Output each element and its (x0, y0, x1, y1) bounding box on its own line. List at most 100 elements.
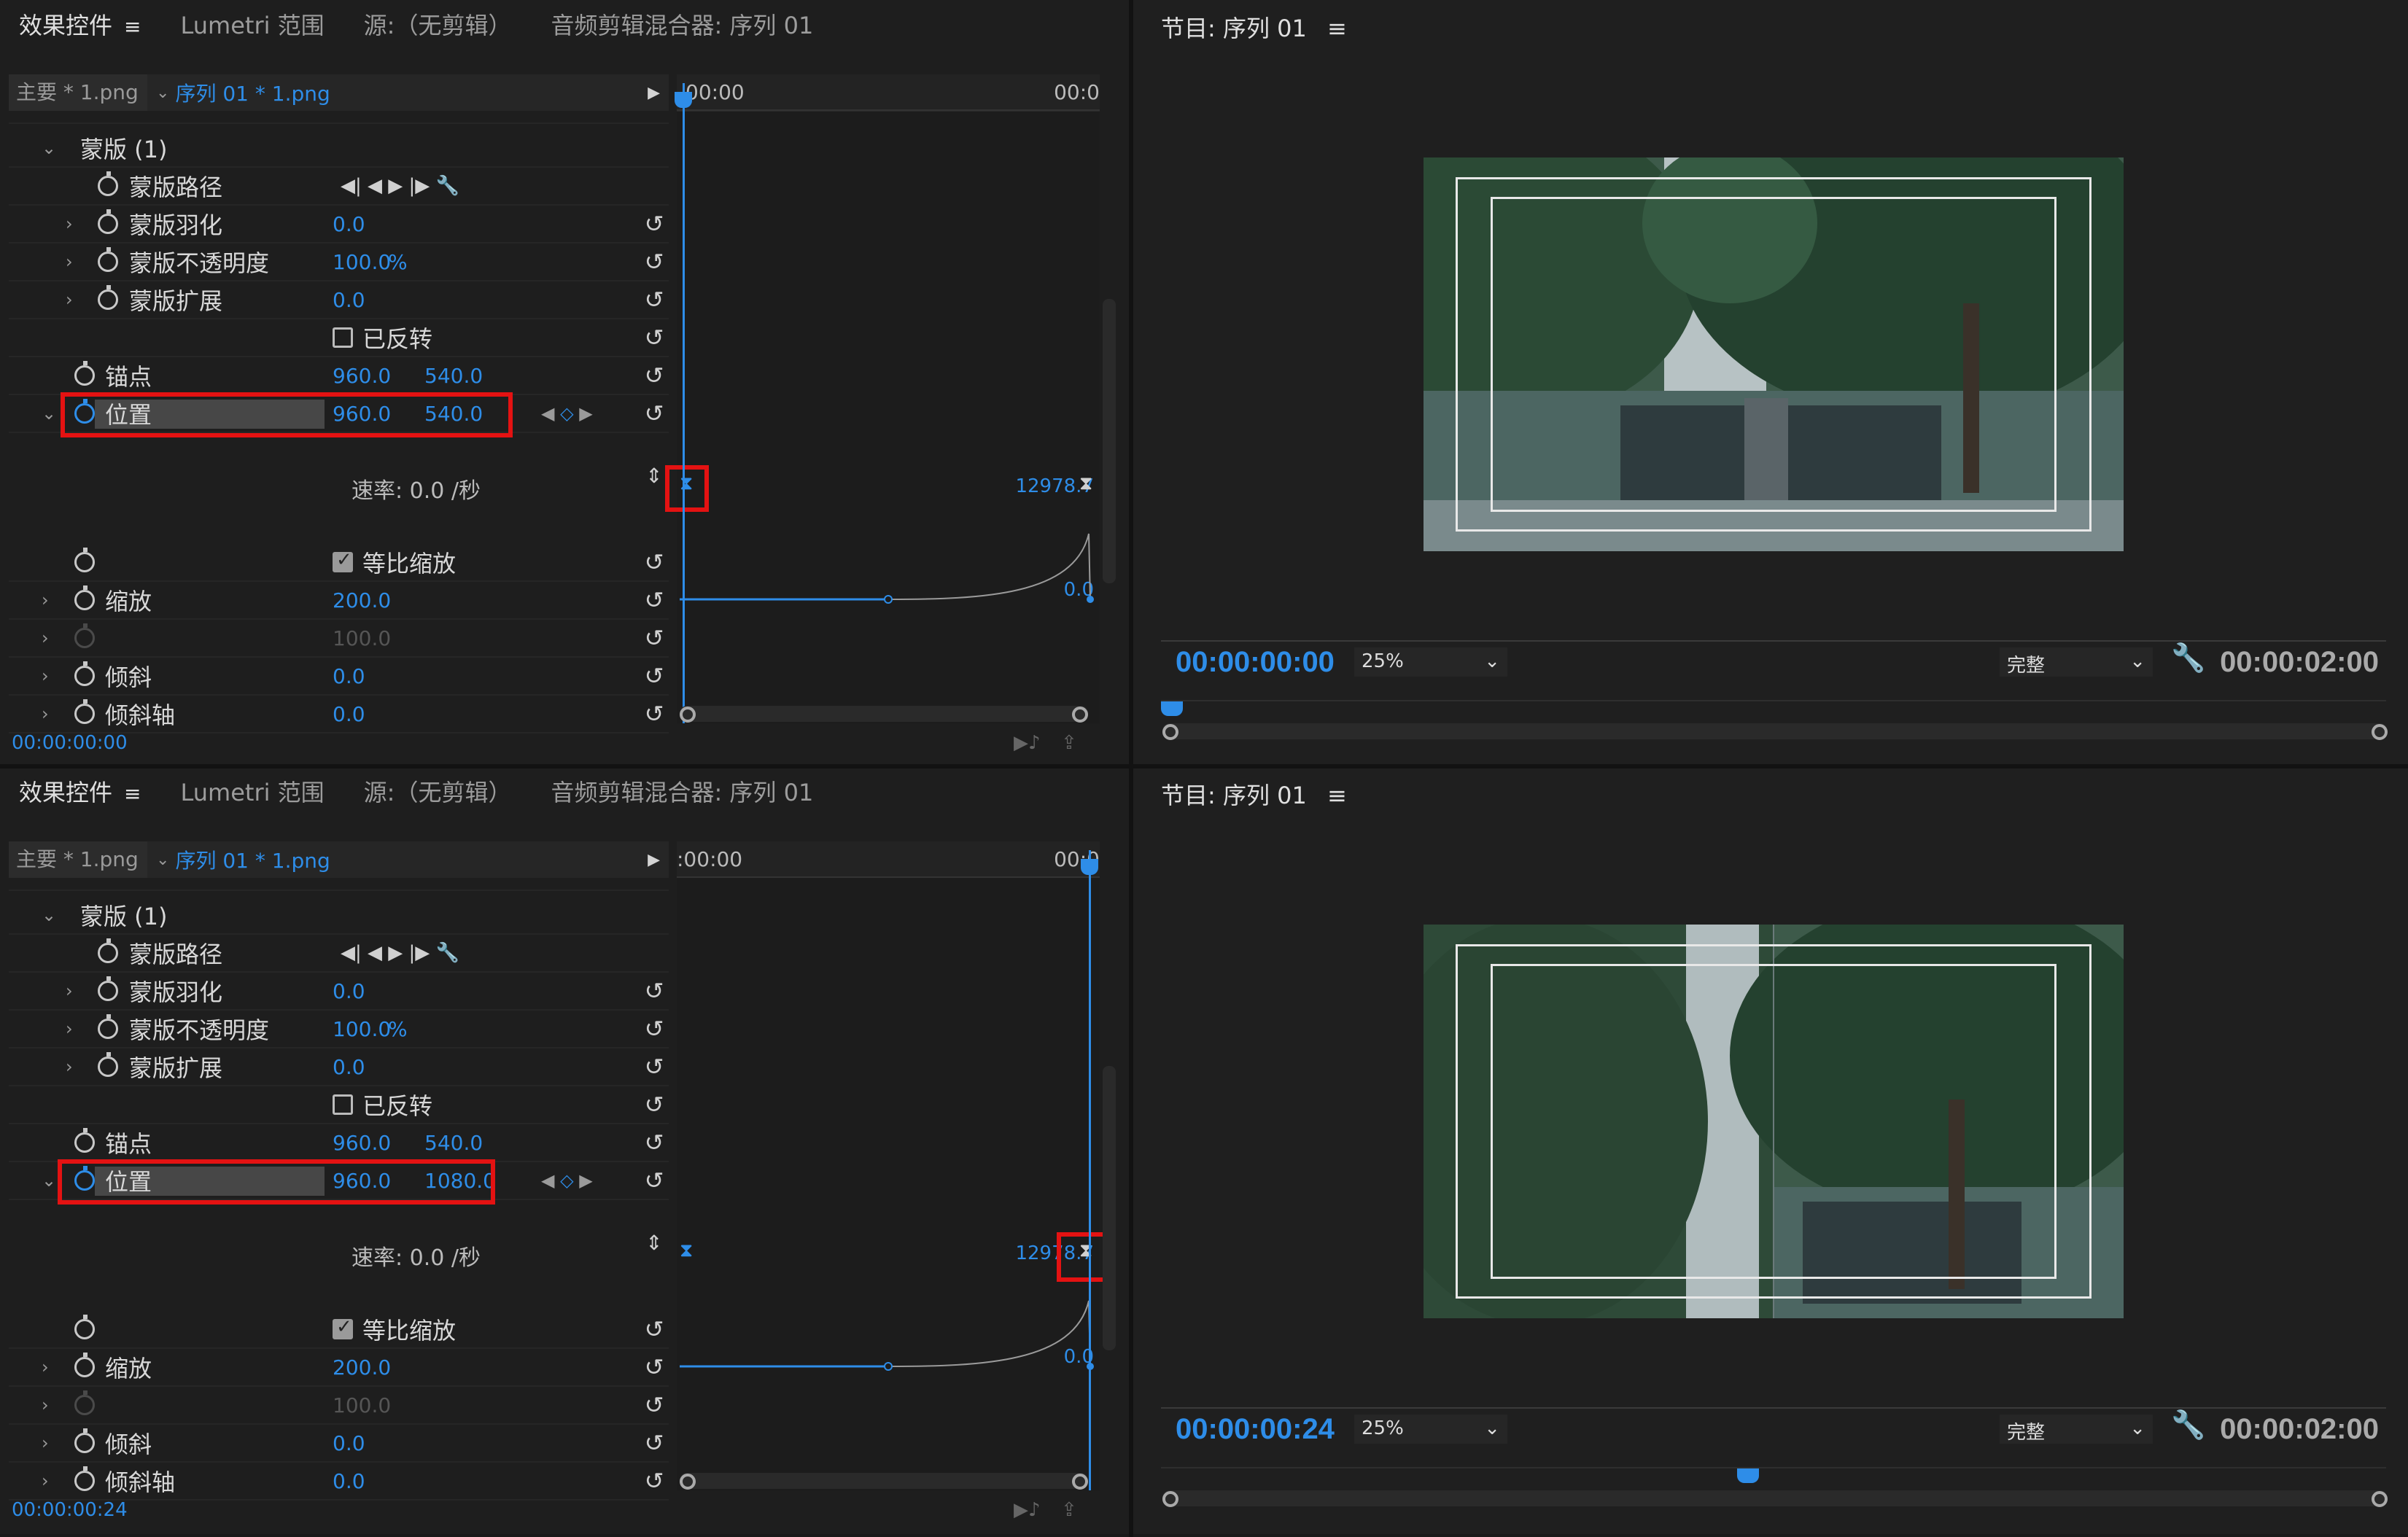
program-zoom-scrollbar[interactable] (1162, 1490, 2388, 1507)
panel-divider[interactable] (1129, 0, 1133, 1537)
export-icon[interactable]: ⇪ (1061, 1499, 1077, 1521)
scale-value[interactable]: 200.0 (333, 1355, 391, 1380)
chevron-right-icon[interactable]: › (42, 1395, 49, 1415)
zoom-dropdown[interactable]: 25% ⌄ (1354, 647, 1507, 677)
graph-toggle-icon[interactable]: ⇕ (640, 464, 669, 488)
graph-area[interactable]: 12978.7 0.0 ⧗ ⧗ (665, 111, 1100, 723)
time-ruler[interactable]: 00:00 00:0 (677, 74, 1100, 111)
stopwatch-icon[interactable] (98, 285, 118, 310)
anchor-y-value[interactable]: 540.0 (424, 364, 483, 388)
stopwatch-icon[interactable] (98, 209, 118, 234)
reset-icon[interactable]: ↺ (640, 1091, 669, 1118)
program-time-ruler[interactable] (1161, 1467, 2386, 1483)
mask-group-row[interactable]: ⌄ 蒙版 (1) (9, 897, 669, 935)
timeline-zoom-scrollbar[interactable] (680, 1473, 1088, 1490)
chevron-down-icon[interactable]: ⌄ (42, 905, 56, 925)
tab-effect-controls[interactable]: 效果控件 ≡ (19, 774, 141, 808)
chevron-down-icon[interactable]: ⌄ (156, 851, 169, 869)
chevron-right-icon[interactable]: › (42, 1433, 49, 1453)
stopwatch-icon[interactable] (74, 1428, 95, 1453)
mask-opacity-value[interactable]: 100.0 (333, 250, 391, 274)
export-icon[interactable]: ⇪ (1061, 732, 1077, 754)
reset-icon[interactable]: ↺ (640, 248, 669, 276)
program-time-ruler[interactable] (1161, 700, 2386, 716)
add-keyframe-icon[interactable]: ◇ (560, 1170, 573, 1191)
stopwatch-icon[interactable] (98, 976, 118, 1001)
chevron-right-icon[interactable]: › (66, 1019, 73, 1039)
chevron-right-icon[interactable]: › (42, 704, 49, 724)
add-keyframe-icon[interactable]: ◇ (560, 403, 573, 424)
chevron-right-icon[interactable]: › (42, 1357, 49, 1377)
zoom-dropdown[interactable]: 25% ⌄ (1354, 1415, 1507, 1444)
playhead-timecode[interactable]: 00:00:00:00 (1176, 646, 1335, 679)
playback-resolution-dropdown[interactable]: 完整 ⌄ (2000, 1415, 2153, 1444)
stopwatch-icon[interactable] (74, 1466, 95, 1491)
vertical-scrollbar[interactable] (1103, 299, 1116, 583)
panel-divider[interactable] (0, 764, 2408, 768)
playhead-timecode[interactable]: 00:00:00:24 (1176, 1413, 1335, 1446)
anchor-y-value[interactable]: 540.0 (424, 1131, 483, 1155)
stopwatch-icon[interactable] (74, 585, 95, 610)
scroll-handle-left[interactable] (680, 1474, 696, 1490)
chevron-right-icon[interactable]: › (42, 666, 49, 686)
reset-icon[interactable]: ↺ (640, 286, 669, 314)
playhead[interactable] (1089, 850, 1091, 1490)
mask-track-controls[interactable]: ◀| ◀ ▶ |▶ 🔧 (341, 175, 459, 197)
stopwatch-icon[interactable] (98, 171, 118, 196)
tab-lumetri-scopes[interactable]: Lumetri 范围 (180, 774, 324, 808)
wrench-icon[interactable]: 🔧 (2171, 642, 2205, 674)
anchor-x-value[interactable]: 960.0 (333, 1131, 391, 1155)
playhead-handle[interactable] (1161, 701, 1183, 716)
stopwatch-icon[interactable] (74, 1128, 95, 1153)
current-timecode[interactable]: 00:00:00:00 (12, 732, 128, 754)
reset-icon[interactable]: ↺ (640, 1353, 669, 1381)
sequence-clip-label[interactable]: 序列 01 * 1.png (175, 78, 330, 107)
mask-expansion-value[interactable]: 0.0 (333, 288, 365, 312)
stopwatch-icon[interactable] (74, 548, 95, 572)
timeline-zoom-scrollbar[interactable] (680, 706, 1088, 723)
panel-menu-icon[interactable]: ≡ (124, 15, 141, 39)
chevron-down-icon[interactable]: ⌄ (42, 138, 56, 158)
wrench-icon[interactable]: 🔧 (2171, 1409, 2205, 1441)
chevron-down-icon[interactable]: ⌄ (42, 1170, 56, 1191)
play-audio-icon[interactable]: ▶♪ (1014, 1499, 1041, 1521)
reset-icon[interactable]: ↺ (640, 548, 669, 576)
chevron-right-icon[interactable]: › (66, 214, 73, 234)
tab-source[interactable]: 源:（无剪辑） (364, 7, 512, 41)
mask-expansion-value[interactable]: 0.0 (333, 1055, 365, 1079)
master-clip-label[interactable]: 主要 * 1.png (9, 841, 147, 878)
tab-audio-clip-mixer[interactable]: 音频剪辑混合器: 序列 01 (551, 7, 813, 41)
keyframe-marker[interactable]: ⧗ (1079, 472, 1092, 495)
reset-icon[interactable]: ↺ (640, 1167, 669, 1194)
stopwatch-icon[interactable] (98, 938, 118, 963)
reset-icon[interactable]: ↺ (640, 1053, 669, 1081)
reset-icon[interactable]: ↺ (640, 1391, 669, 1419)
reset-icon[interactable]: ↺ (640, 1129, 669, 1156)
master-clip-label[interactable]: 主要 * 1.png (9, 74, 147, 111)
reset-icon[interactable]: ↺ (640, 210, 669, 238)
inverted-checkbox[interactable] (333, 1094, 353, 1115)
anchor-x-value[interactable]: 960.0 (333, 364, 391, 388)
reset-icon[interactable]: ↺ (640, 324, 669, 351)
mask-feather-value[interactable]: 0.0 (333, 212, 365, 236)
scroll-handle-left[interactable] (1162, 1491, 1178, 1507)
scroll-handle-left[interactable] (680, 707, 696, 723)
uniform-scale-checkbox[interactable] (333, 549, 353, 572)
stopwatch-icon[interactable] (74, 1353, 95, 1377)
scroll-handle-right[interactable] (1072, 707, 1088, 723)
scale-value[interactable]: 200.0 (333, 588, 391, 612)
stopwatch-icon[interactable] (98, 1014, 118, 1039)
stopwatch-icon[interactable] (74, 661, 95, 686)
reset-icon[interactable]: ↺ (640, 1429, 669, 1457)
reset-icon[interactable]: ↺ (640, 1015, 669, 1043)
panel-menu-icon[interactable]: ≡ (124, 782, 141, 806)
panel-menu-icon[interactable]: ≡ (1327, 782, 1347, 809)
inverted-checkbox[interactable] (333, 327, 353, 348)
graph-toggle-icon[interactable]: ⇕ (640, 1231, 669, 1255)
scroll-handle-right[interactable] (2372, 724, 2388, 740)
chevron-down-icon[interactable]: ⌄ (156, 84, 169, 102)
tab-lumetri-scopes[interactable]: Lumetri 范围 (180, 7, 324, 41)
stopwatch-icon[interactable] (74, 1315, 95, 1339)
stopwatch-icon[interactable] (98, 1052, 118, 1077)
playhead-handle[interactable] (1737, 1468, 1759, 1483)
